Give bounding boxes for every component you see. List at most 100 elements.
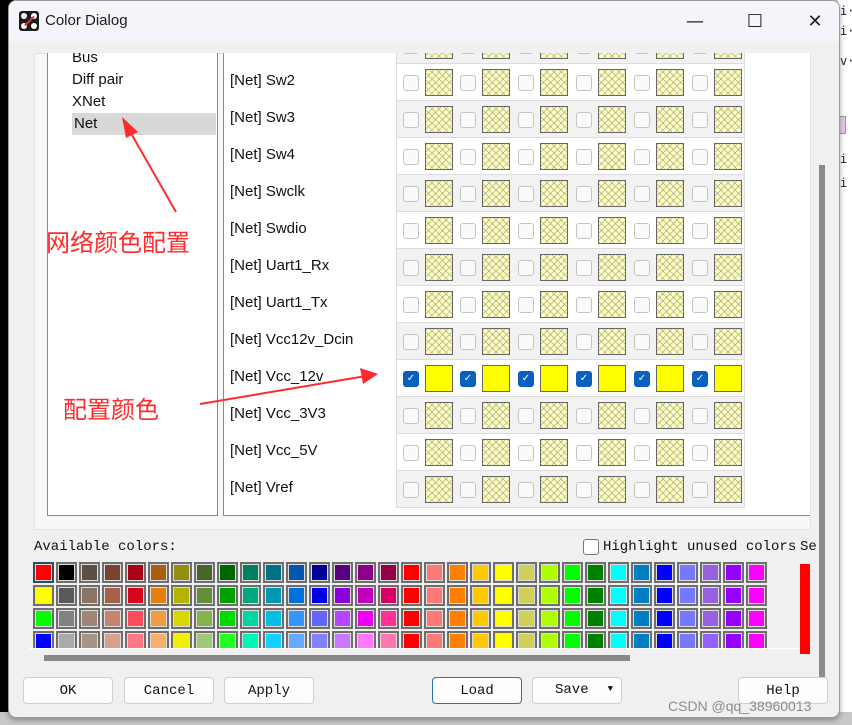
- palette-color-swatch[interactable]: [171, 562, 192, 583]
- layer-visibility-checkbox[interactable]: [692, 260, 708, 276]
- palette-color-swatch[interactable]: [171, 608, 192, 629]
- layer-visibility-checkbox[interactable]: [576, 445, 592, 461]
- palette-color-swatch[interactable]: [33, 631, 54, 649]
- net-color-swatch[interactable]: [656, 476, 684, 503]
- palette-color-swatch[interactable]: [378, 608, 399, 629]
- layer-visibility-checkbox[interactable]: ✓: [634, 371, 650, 387]
- net-color-swatch[interactable]: [656, 254, 684, 281]
- palette-color-swatch[interactable]: [263, 562, 284, 583]
- net-color-swatch[interactable]: [714, 439, 742, 466]
- palette-color-swatch[interactable]: [608, 631, 629, 649]
- layer-visibility-checkbox[interactable]: [576, 223, 592, 239]
- net-color-swatch[interactable]: [425, 217, 453, 244]
- net-color-swatch[interactable]: [482, 180, 510, 207]
- palette-color-swatch[interactable]: [378, 562, 399, 583]
- palette-color-swatch[interactable]: [286, 631, 307, 649]
- palette-color-swatch[interactable]: [447, 585, 468, 606]
- palette-color-swatch[interactable]: [148, 608, 169, 629]
- layer-visibility-checkbox[interactable]: ✓: [460, 371, 476, 387]
- net-color-swatch[interactable]: [540, 53, 568, 59]
- palette-color-swatch[interactable]: [723, 585, 744, 606]
- palette-color-swatch[interactable]: [79, 585, 100, 606]
- palette-color-swatch[interactable]: [654, 631, 675, 649]
- palette-color-swatch[interactable]: [631, 585, 652, 606]
- net-color-swatch[interactable]: [425, 291, 453, 318]
- net-color-swatch[interactable]: [425, 53, 453, 59]
- palette-color-swatch[interactable]: [447, 562, 468, 583]
- palette-color-swatch[interactable]: [746, 631, 767, 649]
- palette-color-swatch[interactable]: [723, 608, 744, 629]
- layer-visibility-checkbox[interactable]: [460, 149, 476, 165]
- layer-visibility-checkbox[interactable]: [634, 112, 650, 128]
- net-color-swatch[interactable]: [482, 439, 510, 466]
- layer-visibility-checkbox[interactable]: [576, 260, 592, 276]
- apply-button[interactable]: Apply: [224, 677, 314, 704]
- palette-color-swatch[interactable]: [194, 585, 215, 606]
- palette-color-swatch[interactable]: [217, 631, 238, 649]
- net-color-swatch[interactable]: [540, 476, 568, 503]
- palette-color-swatch[interactable]: [355, 631, 376, 649]
- net-color-swatch[interactable]: [656, 180, 684, 207]
- layer-visibility-checkbox[interactable]: [460, 112, 476, 128]
- layer-visibility-checkbox[interactable]: [518, 297, 534, 313]
- net-color-swatch[interactable]: [598, 476, 626, 503]
- palette-color-swatch[interactable]: [516, 585, 537, 606]
- layer-visibility-checkbox[interactable]: [518, 223, 534, 239]
- palette-color-swatch[interactable]: [654, 585, 675, 606]
- layer-visibility-checkbox[interactable]: [518, 149, 534, 165]
- palette-color-swatch[interactable]: [401, 608, 422, 629]
- net-color-swatch[interactable]: [482, 328, 510, 355]
- palette-color-swatch[interactable]: [148, 585, 169, 606]
- palette-color-swatch[interactable]: [608, 585, 629, 606]
- layer-visibility-checkbox[interactable]: [692, 186, 708, 202]
- layer-visibility-checkbox[interactable]: [692, 112, 708, 128]
- net-color-swatch[interactable]: [714, 217, 742, 244]
- layer-visibility-checkbox[interactable]: [460, 75, 476, 91]
- palette-color-swatch[interactable]: [654, 608, 675, 629]
- net-color-swatch[interactable]: [598, 291, 626, 318]
- net-color-swatch[interactable]: [540, 106, 568, 133]
- net-color-swatch[interactable]: [540, 254, 568, 281]
- palette-color-swatch[interactable]: [56, 608, 77, 629]
- palette-color-swatch[interactable]: [677, 585, 698, 606]
- palette-color-swatch[interactable]: [286, 562, 307, 583]
- layer-visibility-checkbox[interactable]: [634, 408, 650, 424]
- net-color-swatch[interactable]: [540, 217, 568, 244]
- palette-color-swatch[interactable]: [723, 631, 744, 649]
- net-color-swatch[interactable]: [598, 365, 626, 392]
- cancel-button[interactable]: Cancel: [124, 677, 214, 704]
- layer-visibility-checkbox[interactable]: [692, 482, 708, 498]
- palette-color-swatch[interactable]: [677, 562, 698, 583]
- palette-color-swatch[interactable]: [677, 631, 698, 649]
- palette-color-swatch[interactable]: [447, 631, 468, 649]
- highlight-unused-label[interactable]: Highlight unused colors: [603, 539, 796, 555]
- palette-color-swatch[interactable]: [171, 631, 192, 649]
- net-color-swatch[interactable]: [598, 143, 626, 170]
- layer-visibility-checkbox[interactable]: [460, 53, 476, 54]
- layer-visibility-checkbox[interactable]: ✓: [692, 371, 708, 387]
- palette-color-swatch[interactable]: [539, 585, 560, 606]
- layer-visibility-checkbox[interactable]: [692, 53, 708, 54]
- layer-visibility-checkbox[interactable]: [692, 445, 708, 461]
- net-color-swatch[interactable]: [714, 328, 742, 355]
- palette-color-swatch[interactable]: [746, 562, 767, 583]
- layer-visibility-checkbox[interactable]: [460, 223, 476, 239]
- palette-color-swatch[interactable]: [562, 562, 583, 583]
- palette-color-swatch[interactable]: [263, 631, 284, 649]
- net-color-swatch[interactable]: [656, 291, 684, 318]
- palette-color-swatch[interactable]: [700, 585, 721, 606]
- layer-visibility-checkbox[interactable]: [634, 223, 650, 239]
- palette-color-swatch[interactable]: [470, 562, 491, 583]
- layer-visibility-checkbox[interactable]: [576, 482, 592, 498]
- net-color-swatch[interactable]: [425, 328, 453, 355]
- palette-color-swatch[interactable]: [585, 631, 606, 649]
- palette-color-swatch[interactable]: [424, 585, 445, 606]
- palette-color-swatch[interactable]: [332, 608, 353, 629]
- net-color-swatch[interactable]: [598, 53, 626, 59]
- palette-color-swatch[interactable]: [217, 562, 238, 583]
- palette-color-swatch[interactable]: [378, 585, 399, 606]
- palette-color-swatch[interactable]: [700, 631, 721, 649]
- layer-visibility-checkbox[interactable]: [518, 445, 534, 461]
- net-color-swatch[interactable]: [656, 69, 684, 96]
- net-color-swatch[interactable]: [540, 328, 568, 355]
